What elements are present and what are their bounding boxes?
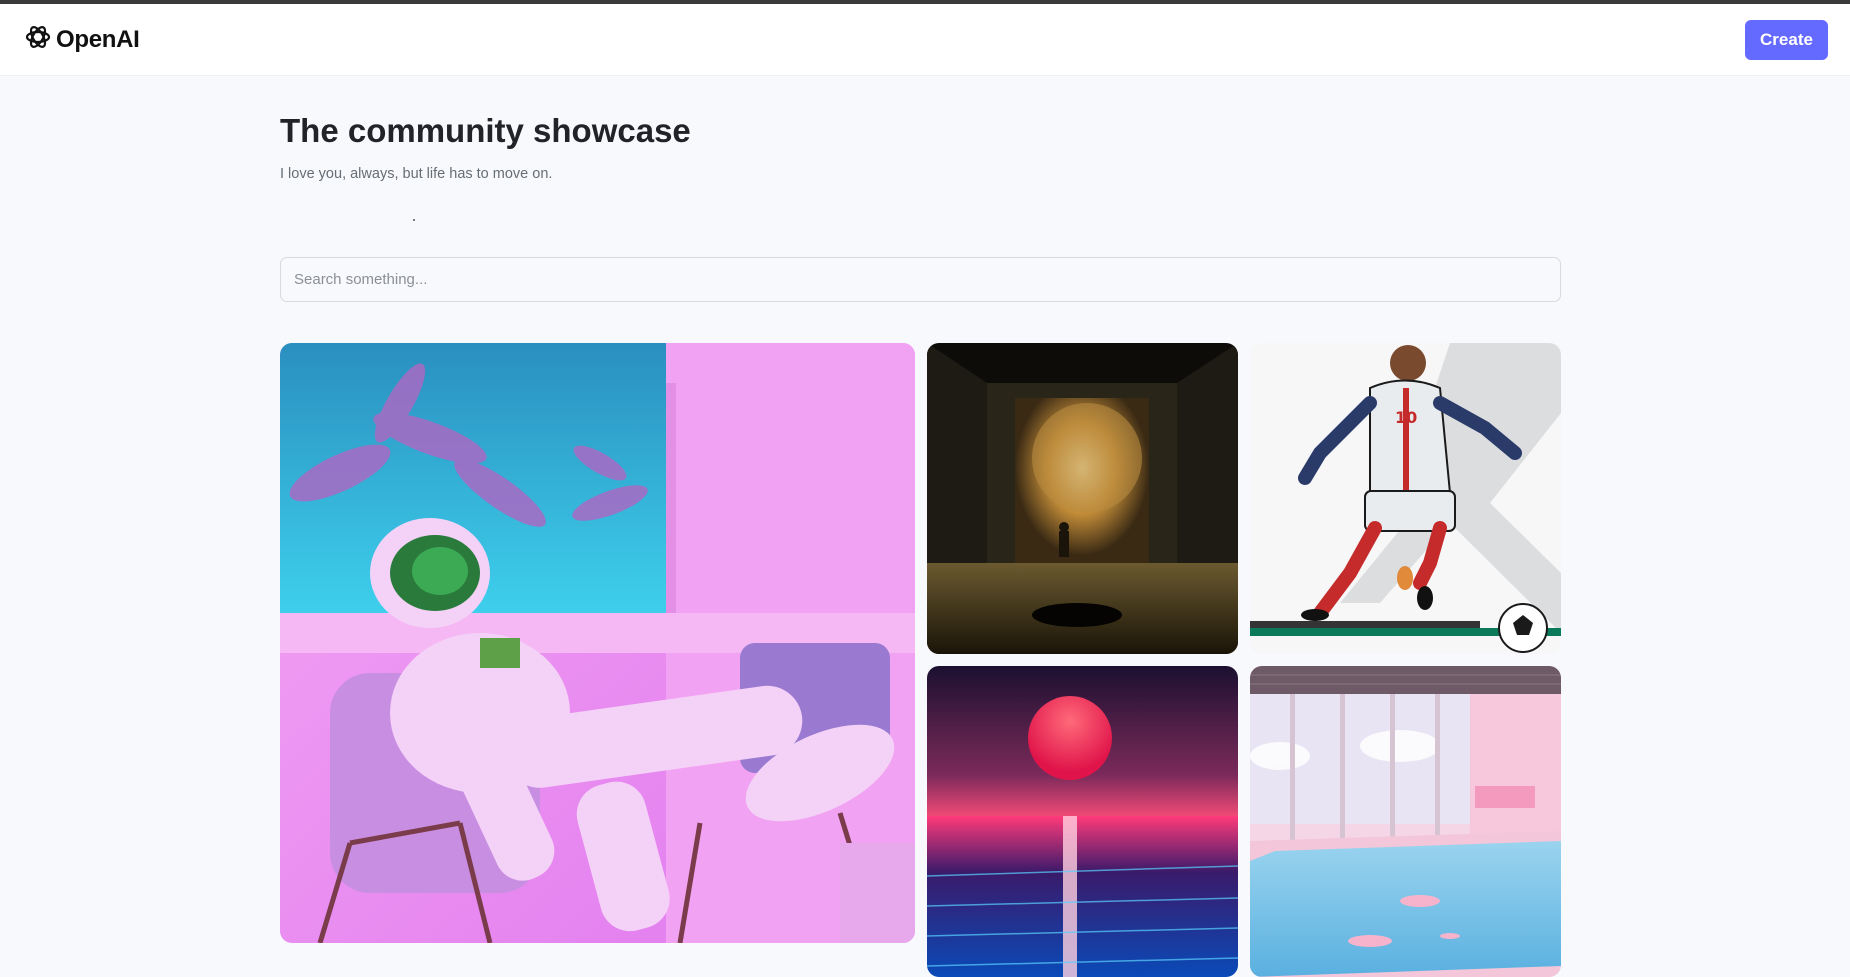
gallery-image-astronaut[interactable] [280, 343, 915, 943]
gallery-image-pool[interactable] [1250, 666, 1561, 977]
gallery-image-portal[interactable] [927, 343, 1238, 654]
svg-text:10: 10 [1395, 408, 1417, 427]
page-title: The community showcase [280, 112, 691, 149]
search-input[interactable] [280, 257, 1561, 302]
page-subtitle: I love you, always, but life has to move… [280, 166, 553, 182]
gallery-image-soccer[interactable]: 10 [1250, 343, 1561, 654]
create-button[interactable]: Create [1745, 19, 1828, 60]
home-logo-link[interactable]: OpenAI [24, 23, 140, 56]
logo-text: OpenAI [56, 25, 140, 53]
loading-dot [413, 219, 415, 221]
openai-logo-icon [24, 23, 52, 56]
site-header: OpenAI Create [0, 4, 1850, 76]
gallery-image-synthwave[interactable] [927, 666, 1238, 977]
